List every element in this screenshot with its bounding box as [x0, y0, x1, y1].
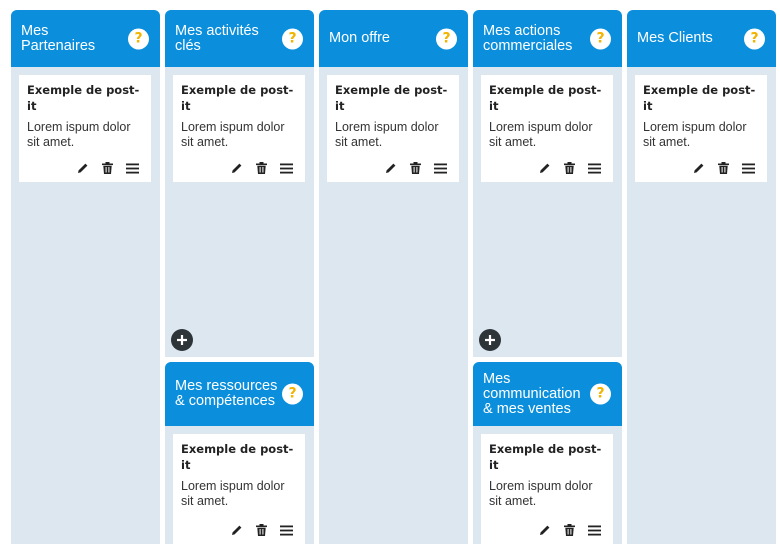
- column-communication: Mes communication & mes ventes ? Exemple…: [473, 362, 622, 544]
- menu-icon[interactable]: [588, 525, 601, 536]
- post-it-body: Lorem ispum dolor sit amet.: [27, 120, 131, 149]
- column-header: Mes activités clés ?: [165, 10, 314, 67]
- question-icon[interactable]: ?: [282, 28, 303, 49]
- post-it-title: Exemple de post-it: [27, 83, 140, 113]
- pencil-icon[interactable]: [231, 162, 243, 174]
- column-title: Mes Partenaires: [21, 22, 96, 54]
- column-header: Mon offre ?: [319, 10, 468, 67]
- column-title: Mes communication & mes ventes: [483, 370, 581, 417]
- question-icon[interactable]: ?: [282, 383, 303, 405]
- post-it-title: Exemple de post-it: [181, 83, 294, 113]
- post-it-tools: [231, 524, 293, 536]
- post-it-title: Exemple de post-it: [489, 83, 602, 113]
- post-it-tools: [77, 162, 139, 174]
- post-it-card[interactable]: Exemple de post-it Lorem ispum dolor sit…: [481, 75, 613, 182]
- question-icon[interactable]: ?: [128, 28, 149, 49]
- post-it-card[interactable]: Exemple de post-it Lorem ispum dolor sit…: [19, 75, 151, 182]
- menu-icon[interactable]: [280, 163, 293, 174]
- question-icon[interactable]: ?: [590, 28, 611, 49]
- post-it-card[interactable]: Exemple de post-it Lorem ispum dolor sit…: [635, 75, 767, 182]
- trash-icon[interactable]: [718, 162, 729, 174]
- column-header: Mes ressources & compétences ?: [165, 362, 314, 426]
- menu-icon[interactable]: [742, 163, 755, 174]
- column-header: Mes Clients ?: [627, 10, 776, 67]
- trash-icon[interactable]: [564, 524, 575, 536]
- menu-icon[interactable]: [588, 163, 601, 174]
- column-actions: Mes actions commerciales ? Exemple de po…: [473, 10, 622, 357]
- post-it-body: Lorem ispum dolor sit amet.: [335, 120, 439, 149]
- post-it-card[interactable]: Exemple de post-it Lorem ispum dolor sit…: [173, 75, 305, 182]
- trash-icon[interactable]: [102, 162, 113, 174]
- column-header: Mes actions commerciales ?: [473, 10, 622, 67]
- question-icon[interactable]: ?: [744, 28, 765, 49]
- column-header: Mes Partenaires ?: [11, 10, 160, 67]
- menu-icon[interactable]: [280, 525, 293, 536]
- post-it-body: Lorem ispum dolor sit amet.: [643, 120, 747, 149]
- question-icon[interactable]: ?: [436, 28, 457, 49]
- post-it-body: Lorem ispum dolor sit amet.: [181, 479, 285, 508]
- post-it-body: Lorem ispum dolor sit amet.: [181, 120, 285, 149]
- post-it-tools: [693, 162, 755, 174]
- column-title: Mes actions commerciales: [483, 22, 573, 54]
- post-it-tools: [539, 524, 601, 536]
- pencil-icon[interactable]: [385, 162, 397, 174]
- column-title: Mes activités clés: [175, 22, 259, 54]
- column-offre: Mon offre ? Exemple de post-it Lorem isp…: [319, 10, 468, 544]
- column-activites: Mes activités clés ? Exemple de post-it …: [165, 10, 314, 357]
- column-title: Mes ressources & compétences: [175, 378, 278, 409]
- pencil-icon[interactable]: [539, 524, 551, 536]
- column-ressources: Mes ressources & compétences ? Exemple d…: [165, 362, 314, 544]
- post-it-tools: [539, 162, 601, 174]
- pencil-icon[interactable]: [231, 524, 243, 536]
- question-icon[interactable]: ?: [590, 383, 611, 405]
- post-it-card[interactable]: Exemple de post-it Lorem ispum dolor sit…: [327, 75, 459, 182]
- menu-icon[interactable]: [126, 163, 139, 174]
- post-it-card[interactable]: Exemple de post-it Lorem ispum dolor sit…: [481, 434, 613, 544]
- plus-icon: [485, 335, 495, 345]
- add-post-it-button[interactable]: [479, 329, 501, 351]
- post-it-title: Exemple de post-it: [643, 83, 756, 113]
- post-it-tools: [385, 162, 447, 174]
- column-title: Mon offre: [329, 30, 390, 46]
- canvas-board: Mes Partenaires ? Exemple de post-it Lor…: [0, 0, 780, 544]
- post-it-title: Exemple de post-it: [489, 442, 602, 472]
- add-post-it-button[interactable]: [171, 329, 193, 351]
- pencil-icon[interactable]: [77, 162, 89, 174]
- post-it-title: Exemple de post-it: [181, 442, 294, 472]
- post-it-body: Lorem ispum dolor sit amet.: [489, 479, 593, 508]
- trash-icon[interactable]: [410, 162, 421, 174]
- trash-icon[interactable]: [256, 162, 267, 174]
- post-it-body: Lorem ispum dolor sit amet.: [489, 120, 593, 149]
- post-it-title: Exemple de post-it: [335, 83, 448, 113]
- column-partenaires: Mes Partenaires ? Exemple de post-it Lor…: [11, 10, 160, 544]
- plus-icon: [177, 335, 187, 345]
- pencil-icon[interactable]: [539, 162, 551, 174]
- post-it-tools: [231, 162, 293, 174]
- trash-icon[interactable]: [256, 524, 267, 536]
- pencil-icon[interactable]: [693, 162, 705, 174]
- trash-icon[interactable]: [564, 162, 575, 174]
- column-clients: Mes Clients ? Exemple de post-it Lorem i…: [627, 10, 776, 544]
- column-title: Mes Clients: [637, 30, 713, 46]
- menu-icon[interactable]: [434, 163, 447, 174]
- post-it-card[interactable]: Exemple de post-it Lorem ispum dolor sit…: [173, 434, 305, 544]
- column-header: Mes communication & mes ventes ?: [473, 362, 622, 426]
